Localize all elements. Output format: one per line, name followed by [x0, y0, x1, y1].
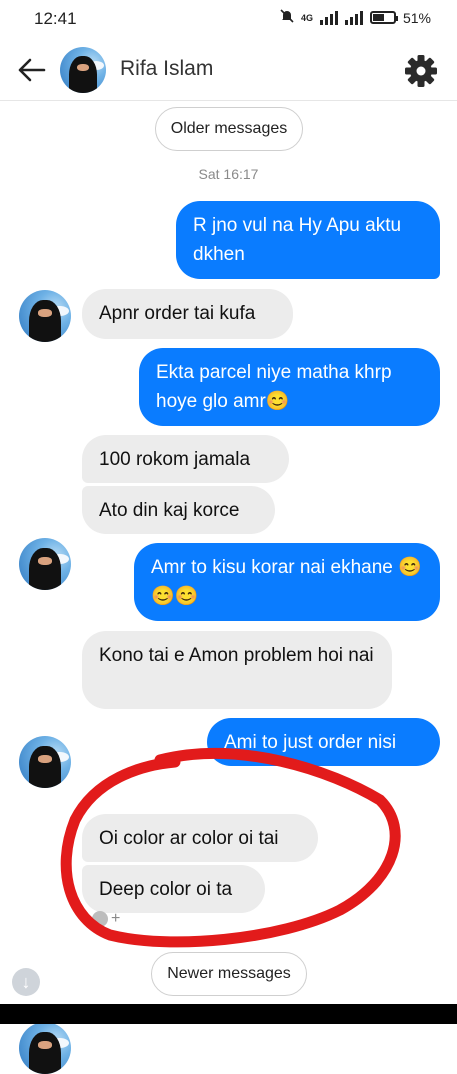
contact-avatar[interactable] [60, 47, 106, 93]
message-bubble-outgoing[interactable]: Ami to just order nisi [207, 718, 440, 766]
system-nav-bar [0, 1004, 457, 1024]
scroll-down-icon[interactable]: ↓ [12, 968, 40, 996]
sender-avatar[interactable] [19, 538, 71, 590]
message-bubble-incoming[interactable]: Deep color oi ta [82, 865, 265, 913]
signal-icon [319, 10, 338, 25]
message-bubble-incoming[interactable]: Kono tai e Amon problem hoi nai [82, 631, 392, 709]
status-time: 12:41 [34, 9, 77, 28]
message-bubble-outgoing[interactable]: R jno vul na Hy Apu aktu dkhen [176, 201, 440, 279]
network-type: 4G [300, 12, 313, 23]
newer-messages-button[interactable]: Newer messages [151, 952, 307, 996]
message-bubble-incoming[interactable]: Ato din kaj korce [82, 486, 275, 534]
message-bubble-incoming[interactable]: 100 rokom jamala [82, 435, 289, 483]
message-bubble-incoming[interactable]: Apnr order tai kufa [82, 289, 293, 339]
smiley-icon [92, 911, 108, 927]
add-reaction-plus: + [111, 910, 121, 927]
gear-icon[interactable] [404, 54, 438, 88]
back-arrow-icon[interactable] [16, 55, 48, 85]
battery-icon [369, 11, 398, 24]
older-messages-button[interactable]: Older messages [155, 107, 303, 151]
chat-header: Rifa Islam [0, 40, 457, 101]
signal-icon-2 [344, 10, 363, 25]
message-bubble-outgoing[interactable]: Amr to kisu korar nai ekhane 😊😊😊 [134, 543, 440, 621]
sender-avatar[interactable] [19, 736, 71, 788]
message-timestamp: Sat 16:17 [198, 166, 259, 182]
mute-icon [280, 9, 294, 26]
sender-avatar[interactable] [19, 290, 71, 342]
status-icons: 4G 51% [280, 9, 431, 26]
status-bar: 12:41 4G 51% [0, 0, 457, 40]
message-bubble-outgoing[interactable]: Ekta parcel niye matha khrp hoye glo amr… [139, 348, 440, 426]
sender-avatar[interactable] [19, 1022, 71, 1074]
contact-name[interactable]: Rifa Islam [120, 57, 213, 81]
add-reaction-button[interactable]: + [92, 910, 120, 928]
battery-percent: 51% [402, 9, 431, 26]
message-bubble-incoming[interactable]: Oi color ar color oi tai [82, 814, 318, 862]
